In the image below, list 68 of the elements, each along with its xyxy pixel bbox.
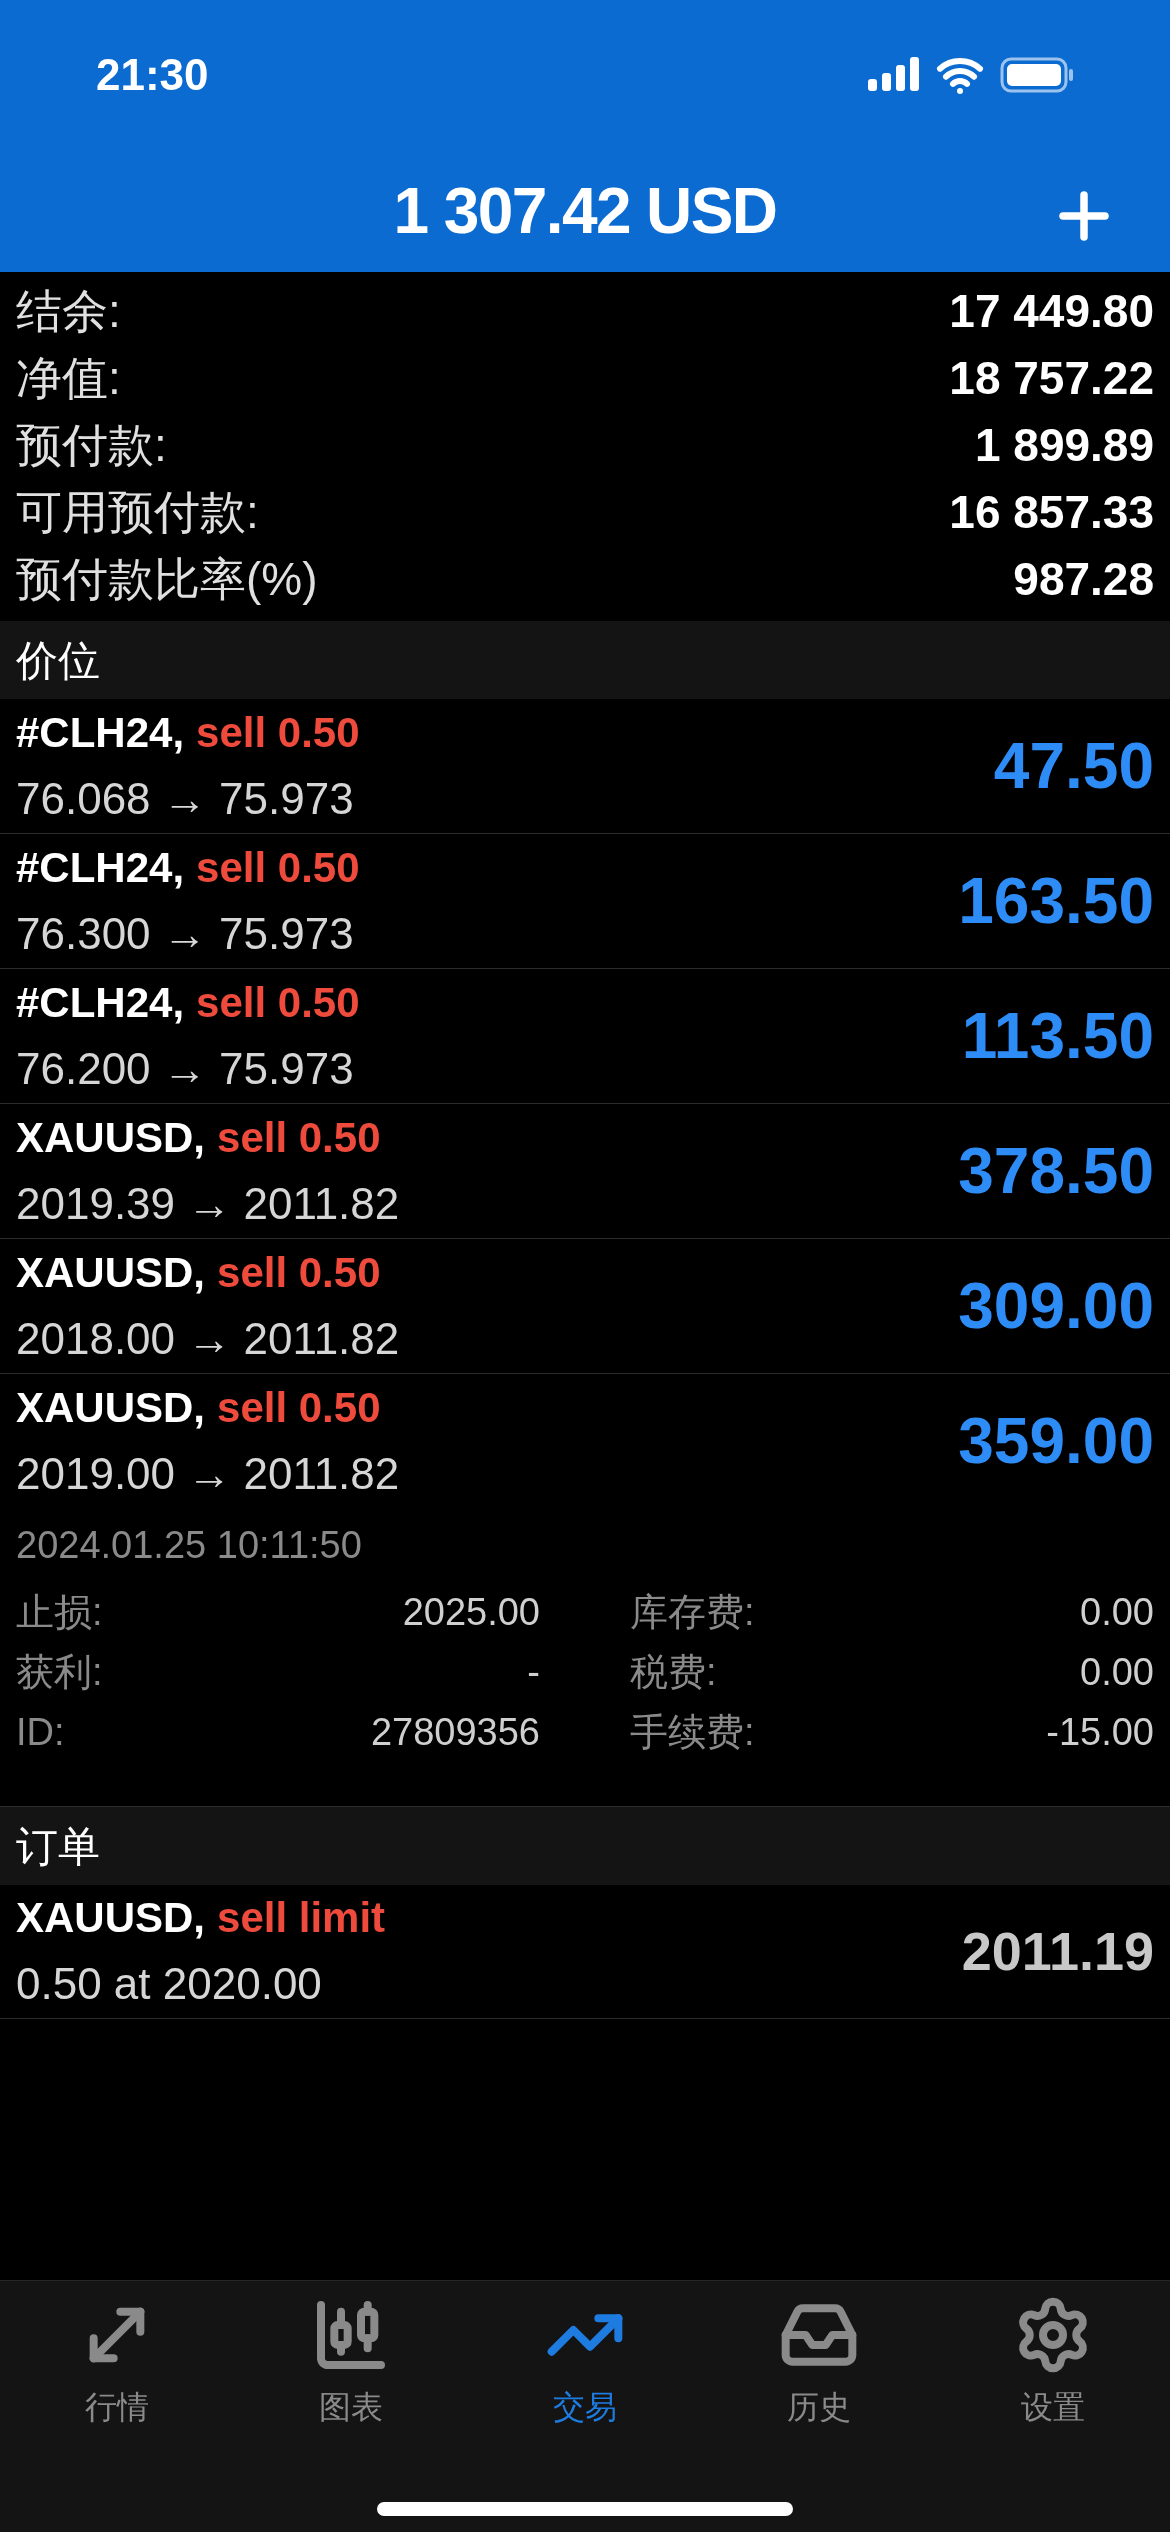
- position-row[interactable]: XAUUSD, sell 0.50 2018.00 → 2011.82 309.00: [0, 1239, 1170, 1374]
- symbol-label: XAUUSD,: [16, 1893, 206, 1943]
- order-type: sell limit: [217, 1893, 386, 1943]
- detail-value: 27809356: [370, 1709, 540, 1755]
- order-row[interactable]: XAUUSD, sell limit 0.50 at 2020.00 2011.19: [0, 1885, 1170, 2019]
- detail-label: 获利:: [16, 1649, 103, 1695]
- trade-side: sell 0.50: [196, 707, 360, 758]
- symbol-label: XAUUSD,: [16, 1382, 206, 1433]
- price-change: 2018.00 → 2011.82: [16, 1312, 400, 1365]
- symbol-label: XAUUSD,: [16, 1247, 206, 1298]
- position-row[interactable]: #CLH24, sell 0.50 76.300 → 75.973 163.50: [0, 834, 1170, 969]
- symbol-label: #CLH24,: [16, 842, 185, 893]
- position-row[interactable]: #CLH24, sell 0.50 76.068 → 75.973 47.50: [0, 699, 1170, 834]
- detail-value: -: [527, 1649, 540, 1695]
- tab[interactable]: 历史: [702, 2295, 936, 2431]
- profit-value: 359.00: [958, 1404, 1154, 1479]
- profit-value: 163.50: [958, 864, 1154, 939]
- order-price: 2011.19: [961, 1920, 1154, 1983]
- trade-side: sell 0.50: [196, 977, 360, 1028]
- detail-value: 2025.00: [402, 1589, 540, 1635]
- detail-value: 0.00: [1080, 1649, 1154, 1695]
- symbol-label: #CLH24,: [16, 977, 185, 1028]
- detail-label: 税费:: [630, 1649, 717, 1695]
- symbol-label: #CLH24,: [16, 707, 185, 758]
- summary-value: 16 857.33: [949, 485, 1154, 540]
- price-change: 2019.39 → 2011.82: [16, 1177, 400, 1230]
- summary-label: 结余:: [16, 284, 121, 339]
- trade-side: sell 0.50: [217, 1382, 381, 1433]
- symbol-label: XAUUSD,: [16, 1112, 206, 1163]
- tab[interactable]: 设置: [936, 2295, 1170, 2431]
- tab[interactable]: 交易: [468, 2295, 702, 2431]
- tab[interactable]: 图表: [234, 2295, 468, 2431]
- price-change: 76.300 → 75.973: [16, 907, 355, 960]
- balance-title: 1 307.42 USD: [393, 174, 777, 249]
- section-title: 价位: [16, 635, 100, 686]
- profit-value: 309.00: [958, 1269, 1154, 1344]
- price-change: 2019.00 → 2011.82: [16, 1447, 400, 1500]
- position-row[interactable]: XAUUSD, sell 0.50 2019.39 → 2011.82 378.50: [0, 1104, 1170, 1239]
- status-time: 21:30: [96, 49, 209, 101]
- summary-label: 预付款比率(%): [16, 552, 318, 607]
- summary-value: 17 449.80: [949, 284, 1154, 339]
- profit-value: 47.50: [993, 729, 1154, 804]
- trade-side: sell 0.50: [196, 842, 360, 893]
- order-detail: 0.50 at 2020.00: [16, 1958, 323, 2010]
- signal-icon: [868, 57, 920, 93]
- summary-label: 净值:: [16, 351, 121, 406]
- summary-value: 1 899.89: [974, 418, 1154, 473]
- open-time: 2024.01.25 10:11:50: [16, 1522, 363, 1568]
- section-title: 订单: [16, 1821, 100, 1872]
- position-row[interactable]: #CLH24, sell 0.50 76.200 → 75.973 113.50: [0, 969, 1170, 1104]
- summary-value: 18 757.22: [949, 351, 1154, 406]
- trade-side: sell 0.50: [217, 1112, 381, 1163]
- detail-label: 库存费:: [630, 1589, 755, 1635]
- detail-label: 止损:: [16, 1589, 103, 1635]
- detail-label: 手续费:: [630, 1709, 755, 1755]
- price-change: 76.068 → 75.973: [16, 772, 355, 825]
- summary-label: 可用预付款:: [16, 485, 259, 540]
- summary-value: 987.28: [1013, 552, 1154, 607]
- detail-label: ID:: [16, 1709, 65, 1755]
- tab[interactable]: 行情: [0, 2295, 234, 2431]
- price-change: 76.200 → 75.973: [16, 1042, 355, 1095]
- summary-label: 预付款:: [16, 418, 167, 473]
- trade-side: sell 0.50: [217, 1247, 381, 1298]
- profit-value: 378.50: [958, 1134, 1154, 1209]
- detail-value: -15.00: [1046, 1709, 1154, 1755]
- battery-icon: [1000, 57, 1074, 93]
- detail-value: 0.00: [1080, 1589, 1154, 1635]
- profit-value: 113.50: [961, 999, 1154, 1074]
